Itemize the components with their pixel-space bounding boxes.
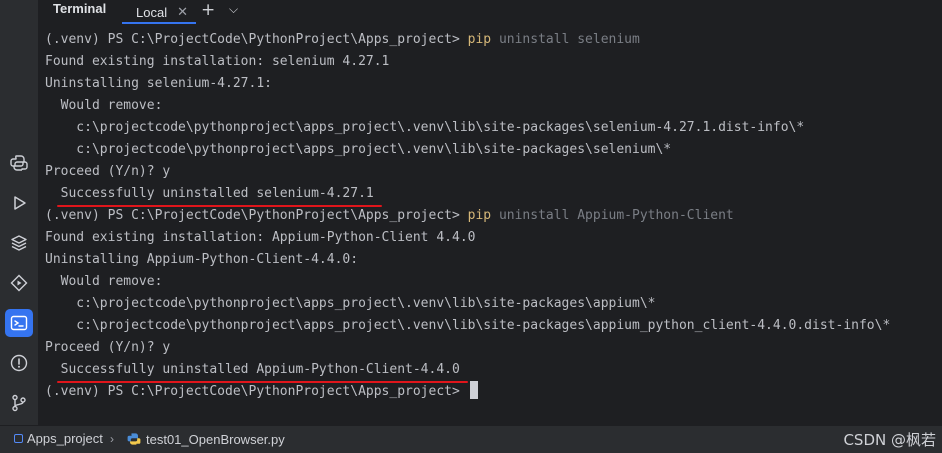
terminal-line: c:\projectcode\pythonproject\apps_projec… [45,139,937,161]
terminal-line: Proceed (Y/n)? y [45,161,937,183]
terminal-line: Found existing installation: selenium 4.… [45,51,937,73]
close-icon[interactable]: ✕ [177,4,188,20]
add-tab-icon[interactable]: + [201,1,215,19]
python-file-icon [127,433,141,445]
command-keyword: pip [467,32,492,47]
terminal-line: Successfully uninstalled Appium-Python-C… [45,359,937,383]
breadcrumb-project[interactable]: Apps_project [14,431,103,446]
output-text: Proceed (Y/n)? y [45,164,171,179]
services-icon[interactable] [5,269,33,297]
terminal-line: c:\projectcode\pythonproject\apps_projec… [45,293,937,315]
status-bar: Apps_project › test01_OpenBrowser.py CSD… [0,425,942,453]
output-text: Would remove: [45,98,163,113]
terminal-icon[interactable] [5,309,33,337]
output-text: c:\projectcode\pythonproject\apps_projec… [45,142,672,157]
output-text: c:\projectcode\pythonproject\apps_projec… [45,296,656,311]
shell-prompt: (.venv) PS C:\ProjectCode\PythonProject\… [45,384,468,399]
output-text: Uninstalling Appium-Python-Client-4.4.0: [45,252,359,267]
output-text: c:\projectcode\pythonproject\apps_projec… [45,318,891,333]
chevron-down-icon[interactable]: ⌵ [229,2,238,17]
success-message: Successfully uninstalled Appium-Python-C… [56,359,469,383]
git-icon[interactable] [5,389,33,417]
output-text: Uninstalling selenium-4.27.1: [45,76,272,91]
ide-window: Terminal Local ✕ + ⌵ (.venv) PS C:\Proje… [0,0,942,453]
project-name: Apps_project [27,431,103,446]
command-arguments: uninstall selenium [491,32,640,47]
terminal-tab-header: Terminal Local ✕ + ⌵ [38,0,942,24]
terminal-line: (.venv) PS C:\ProjectCode\PythonProject\… [45,205,937,227]
terminal-line: (.venv) PS C:\ProjectCode\PythonProject\… [45,381,937,403]
breadcrumb-file[interactable]: test01_OpenBrowser.py [126,431,285,447]
python-console-icon[interactable] [5,149,33,177]
chevron-right-icon: › [110,432,114,446]
command-arguments: uninstall Appium-Python-Client [491,208,734,223]
terminal-output[interactable]: (.venv) PS C:\ProjectCode\PythonProject\… [45,29,937,419]
problems-icon[interactable] [5,349,33,377]
terminal-line: Would remove: [45,271,937,293]
watermark: CSDN @枫若 [843,431,936,449]
python-packages-icon[interactable] [5,229,33,257]
file-name: test01_OpenBrowser.py [146,431,285,447]
run-icon[interactable] [5,189,33,217]
output-text: Found existing installation: selenium 4.… [45,54,390,69]
terminal-line: (.venv) PS C:\ProjectCode\PythonProject\… [45,29,937,51]
left-tool-strip [0,0,39,425]
shell-prompt: (.venv) PS C:\ProjectCode\PythonProject\… [45,208,468,223]
shell-prompt: (.venv) PS C:\ProjectCode\PythonProject\… [45,32,468,47]
terminal-line: Proceed (Y/n)? y [45,337,937,359]
tab-local[interactable]: Local ✕ [122,0,196,24]
terminal-line: Found existing installation: Appium-Pyth… [45,227,937,249]
terminal-line: c:\projectcode\pythonproject\apps_projec… [45,117,937,139]
output-text: Proceed (Y/n)? y [45,340,171,355]
output-text: Found existing installation: Appium-Pyth… [45,230,476,245]
output-text: Would remove: [45,274,163,289]
success-message: Successfully uninstalled selenium-4.27.1 [56,183,382,207]
folder-icon [14,434,23,443]
output-text: c:\projectcode\pythonproject\apps_projec… [45,120,805,135]
terminal-line: Successfully uninstalled selenium-4.27.1 [45,183,937,207]
terminal-line: Would remove: [45,95,937,117]
text-cursor [469,381,478,399]
terminal-line: Uninstalling selenium-4.27.1: [45,73,937,95]
terminal-line: c:\projectcode\pythonproject\apps_projec… [45,315,937,337]
tab-label: Local [136,4,168,20]
command-keyword: pip [467,208,492,223]
terminal-line: Uninstalling Appium-Python-Client-4.4.0: [45,249,937,271]
tool-window-title: Terminal [53,1,107,16]
